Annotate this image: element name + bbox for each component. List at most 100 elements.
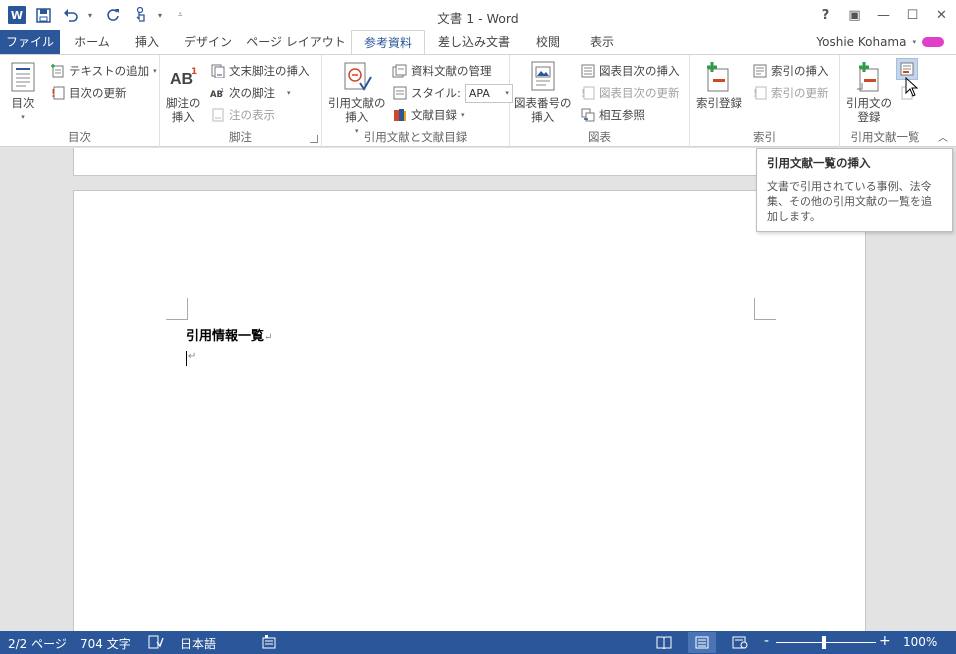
insert-index-icon (752, 64, 767, 79)
minimize-icon[interactable]: — (869, 0, 898, 30)
insert-endnote-button[interactable]: 文末脚注の挿入 (210, 61, 310, 81)
tab-design[interactable]: デザイン (176, 30, 240, 54)
manage-sources-icon (392, 64, 407, 79)
endnote-icon (210, 64, 225, 79)
ribbon: 目次 ▾ テキストの追加 ▾ ! 目次の更新 目次 AB 1 脚注の 挿入 文末脚… (0, 54, 956, 147)
bibliography-label: 文献目録 (411, 108, 457, 122)
macro-recording-icon[interactable] (262, 635, 276, 652)
tab-page-layout[interactable]: ページ レイアウト (246, 30, 346, 54)
insert-footnote-button[interactable]: AB 1 脚注の 挿入 (166, 61, 201, 124)
zoom-in-button[interactable]: + (879, 633, 891, 649)
group-citations: 引用文献の 挿入 ▾ 資料文献の管理 スタイル: APA ▾ 文献目録 ▾ 引用… (322, 55, 513, 147)
update-table-of-figures-label: 図表目次の更新 (599, 86, 680, 100)
tab-mailings[interactable]: 差し込み文書 (431, 30, 517, 54)
footnotes-dialog-launcher-icon[interactable] (310, 135, 318, 143)
manage-sources-button[interactable]: 資料文献の管理 (392, 61, 492, 81)
tab-references[interactable]: 参考資料 (351, 30, 425, 55)
mark-citation-button[interactable]: 引用文の 登録 (846, 61, 892, 124)
svg-text:!: ! (51, 87, 56, 100)
language[interactable]: 日本語 (180, 635, 216, 652)
help-icon[interactable]: ? (811, 0, 840, 30)
bibliography-button[interactable]: 文献目録 ▾ (392, 105, 465, 125)
zoom-slider-track[interactable] (776, 642, 876, 643)
document-heading[interactable]: 引用情報一覧↵ (186, 325, 272, 344)
margin-marker-top-right (754, 298, 776, 320)
style-select[interactable]: APA ▾ (464, 83, 513, 103)
mark-entry-icon (704, 61, 734, 93)
update-toc-button[interactable]: ! 目次の更新 (50, 83, 127, 103)
window-controls: ? ▣ — ☐ ✕ (811, 0, 956, 30)
close-icon[interactable]: ✕ (927, 0, 956, 30)
insert-endnote-label: 文末脚注の挿入 (229, 64, 310, 78)
mark-citation-label-2: 登録 (857, 110, 881, 124)
insert-table-of-authorities-icon (900, 62, 915, 77)
insert-index-label: 索引の挿入 (771, 64, 829, 78)
print-layout-icon[interactable] (688, 632, 716, 653)
mark-citation-label-1: 引用文の (846, 96, 892, 110)
group-footnotes: AB 1 脚注の 挿入 文末脚注の挿入 AB 1 次の脚注 ▾ 注の表示 脚注 (160, 55, 322, 147)
toc-button[interactable]: 目次 ▾ (8, 61, 38, 124)
style-dropdown-icon: ▾ (505, 89, 509, 97)
tab-view[interactable]: 表示 (579, 30, 625, 54)
show-notes-label: 注の表示 (229, 108, 275, 122)
update-index-button[interactable]: ! 索引の更新 (752, 83, 829, 103)
insert-footnote-label-1: 脚注の (166, 96, 201, 110)
insert-footnote-label-2: 挿入 (171, 110, 195, 124)
mark-entry-button[interactable]: 索引登録 (696, 61, 742, 110)
insert-caption-button[interactable]: 図表番号の 挿入 (514, 61, 572, 124)
add-text-label: テキストの追加 (69, 64, 150, 78)
heading-text: 引用情報一覧 (186, 329, 265, 344)
tab-home[interactable]: ホーム (66, 30, 118, 54)
avatar (922, 37, 944, 47)
document-page[interactable]: 引用情報一覧↵ ↵ (73, 190, 866, 631)
tab-review[interactable]: 校閲 (523, 30, 573, 54)
style-label: スタイル: (411, 86, 461, 100)
zoom-level[interactable]: 100% (903, 635, 937, 649)
add-text-dropdown-icon: ▾ (153, 67, 157, 75)
next-footnote-label: 次の脚注 (229, 86, 275, 100)
toc-label: 目次 (11, 96, 35, 110)
user-account[interactable]: Yoshie Kohama ▾ (816, 35, 944, 49)
word-count[interactable]: 704 文字 (80, 635, 131, 652)
footnote-icon: AB 1 (168, 61, 198, 93)
maximize-icon[interactable]: ☐ (898, 0, 927, 30)
group-table-of-authorities-label: 引用文献一覧 (850, 130, 920, 144)
bibliography-dropdown-icon: ▾ (461, 111, 465, 119)
insert-caption-label-1: 図表番号の (514, 96, 572, 110)
citation-style-control: スタイル: APA ▾ (392, 83, 513, 103)
next-footnote-button[interactable]: AB 1 次の脚注 ▾ (210, 83, 291, 103)
style-value: APA (468, 86, 490, 100)
mark-entry-label: 索引登録 (696, 96, 742, 110)
page-count[interactable]: 2/2 ページ (8, 635, 67, 652)
insert-citation-button[interactable]: 引用文献の 挿入 ▾ (328, 61, 386, 138)
tooltip: 引用文献一覧の挿入 文書で引用されている事例、法令集、その他の引用文献の一覧を追… (756, 148, 953, 232)
update-toc-label: 目次の更新 (69, 86, 127, 100)
web-layout-icon[interactable] (726, 632, 754, 653)
tab-insert[interactable]: 挿入 (124, 30, 170, 54)
insert-table-of-figures-button[interactable]: 図表目次の挿入 (580, 61, 680, 81)
update-toc-icon: ! (50, 86, 65, 101)
insert-citation-label-2: 挿入 (345, 110, 369, 124)
update-index-icon: ! (752, 86, 767, 101)
proofing-icon[interactable] (148, 635, 164, 652)
insert-index-button[interactable]: 索引の挿入 (752, 61, 829, 81)
collapse-ribbon-icon[interactable]: ︿ (938, 129, 948, 144)
user-name: Yoshie Kohama (816, 35, 907, 49)
cross-reference-button[interactable]: 相互参照 (580, 105, 645, 125)
zoom-slider-thumb[interactable] (822, 636, 826, 649)
tab-file[interactable]: ファイル (0, 30, 60, 54)
tooltip-body: 文書で引用されている事例、法令集、その他の引用文献の一覧を追加します。 (767, 180, 932, 223)
zoom-out-button[interactable]: - (764, 633, 769, 649)
ribbon-display-options-icon[interactable]: ▣ (840, 0, 869, 30)
insert-citation-label-1: 引用文献の (328, 96, 386, 110)
add-text-button[interactable]: テキストの追加 ▾ (50, 61, 157, 81)
group-toc-label: 目次 (68, 130, 91, 144)
group-index-label: 索引 (753, 130, 776, 144)
toc-icon (8, 61, 38, 93)
manage-sources-label: 資料文献の管理 (411, 64, 492, 78)
show-notes-button[interactable]: 注の表示 (210, 105, 275, 125)
read-mode-icon[interactable] (650, 632, 678, 653)
group-footnotes-label: 脚注 (229, 130, 252, 144)
group-toc: 目次 ▾ テキストの追加 ▾ ! 目次の更新 目次 (0, 55, 160, 147)
update-table-of-figures-button[interactable]: ! 図表目次の更新 (580, 83, 680, 103)
